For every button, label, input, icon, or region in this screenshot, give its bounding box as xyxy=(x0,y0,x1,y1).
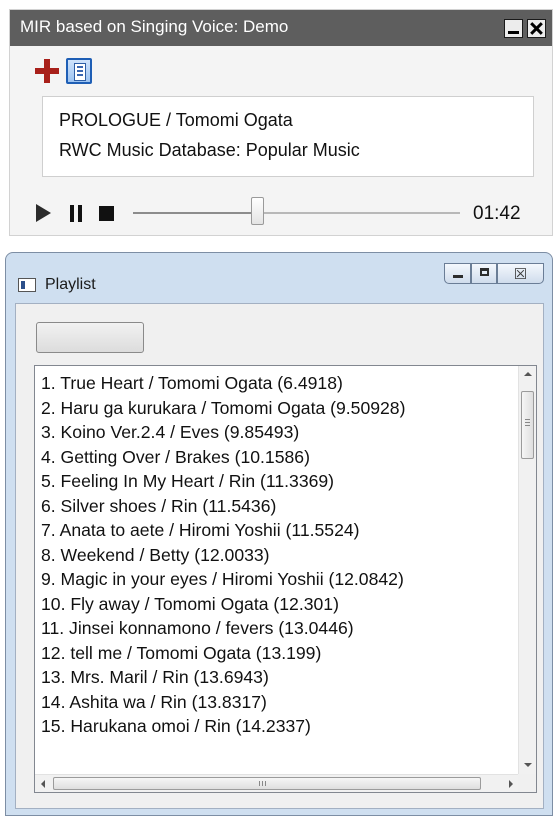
maximize-icon[interactable] xyxy=(471,263,497,284)
playlist-item[interactable]: 6. Silver shoes / Rin (11.5436) xyxy=(41,494,405,519)
seek-thumb[interactable] xyxy=(250,197,264,225)
playlist-item[interactable]: 10. Fly away / Tomomi Ogata (12.301) xyxy=(41,592,405,617)
scrollbar-corner xyxy=(518,774,536,792)
playlist-window: Playlist ☒ 1. True Heart / Tomomi Ogata … xyxy=(5,252,553,816)
close-icon[interactable] xyxy=(527,19,546,38)
grip-icon xyxy=(525,419,530,426)
document-icon[interactable] xyxy=(66,58,92,84)
scroll-left-arrow-icon[interactable] xyxy=(41,780,45,788)
playlist-item[interactable]: 8. Weekend / Betty (12.0033) xyxy=(41,543,405,568)
song-info-box: PROLOGUE / Tomomi Ogata RWC Music Databa… xyxy=(42,96,534,177)
minimize-icon[interactable] xyxy=(444,263,471,284)
time-display: 01:42 xyxy=(473,203,521,224)
playlist-item[interactable]: 12. tell me / Tomomi Ogata (13.199) xyxy=(41,641,405,666)
playlist-item[interactable]: 5. Feeling In My Heart / Rin (11.3369) xyxy=(41,469,405,494)
playlist-item[interactable]: 14. Ashita wa / Rin (13.8317) xyxy=(41,690,405,715)
seek-track-fill xyxy=(133,212,258,214)
stop-icon[interactable] xyxy=(99,206,114,221)
grip-icon xyxy=(259,781,266,786)
playlist-item[interactable]: 1. True Heart / Tomomi Ogata (6.4918) xyxy=(41,371,405,396)
playlist-item[interactable]: 3. Koino Ver.2.4 / Eves (9.85493) xyxy=(41,420,405,445)
seek-track[interactable] xyxy=(133,212,460,214)
playlist-listbox[interactable]: 1. True Heart / Tomomi Ogata (6.4918) 2. … xyxy=(34,365,537,793)
horizontal-scrollbar[interactable] xyxy=(35,774,520,792)
playlist-list: 1. True Heart / Tomomi Ogata (6.4918) 2. … xyxy=(41,371,405,739)
player-titlebar[interactable]: MIR based on Singing Voice: Demo xyxy=(10,10,552,46)
scroll-down-arrow-icon[interactable] xyxy=(524,763,532,767)
playlist-item[interactable]: 13. Mrs. Maril / Rin (13.6943) xyxy=(41,665,405,690)
caption-buttons: ☒ xyxy=(444,263,544,284)
player-window: MIR based on Singing Voice: Demo PROLOGU… xyxy=(9,9,553,236)
play-icon[interactable] xyxy=(36,204,51,222)
playlist-item[interactable]: 4. Getting Over / Brakes (10.1586) xyxy=(41,445,405,470)
scroll-up-arrow-icon[interactable] xyxy=(524,372,532,376)
close-icon[interactable]: ☒ xyxy=(497,263,544,284)
close-glyph: ☒ xyxy=(513,266,528,283)
window-app-icon xyxy=(18,278,36,292)
vertical-scroll-thumb[interactable] xyxy=(521,391,534,459)
vertical-scrollbar[interactable] xyxy=(518,366,536,775)
horizontal-scroll-thumb[interactable] xyxy=(53,777,481,790)
scroll-right-arrow-icon[interactable] xyxy=(509,780,513,788)
playlist-item[interactable]: 7. Anata to aete / Hiromi Yoshii (11.552… xyxy=(41,518,405,543)
add-icon[interactable] xyxy=(35,59,59,83)
playlist-client-area: 1. True Heart / Tomomi Ogata (6.4918) 2. … xyxy=(15,303,544,809)
player-title: MIR based on Singing Voice: Demo xyxy=(20,17,289,36)
document-sheet-icon xyxy=(74,63,86,81)
database-name: RWC Music Database: Popular Music xyxy=(59,140,360,160)
playlist-item[interactable]: 9. Magic in your eyes / Hiromi Yoshii (1… xyxy=(41,567,405,592)
minimize-icon[interactable] xyxy=(504,19,523,38)
playlist-title: Playlist xyxy=(45,276,96,293)
pause-icon[interactable] xyxy=(70,205,82,222)
playlist-item[interactable]: 11. Jinsei konnamono / fevers (13.0446) xyxy=(41,616,405,641)
playlist-action-button[interactable] xyxy=(36,322,144,353)
song-title: PROLOGUE / Tomomi Ogata xyxy=(59,110,293,130)
playlist-item[interactable]: 2. Haru ga kurukara / Tomomi Ogata (9.50… xyxy=(41,396,405,421)
playlist-item[interactable]: 15. Harukana omoi / Rin (14.2337) xyxy=(41,714,405,739)
